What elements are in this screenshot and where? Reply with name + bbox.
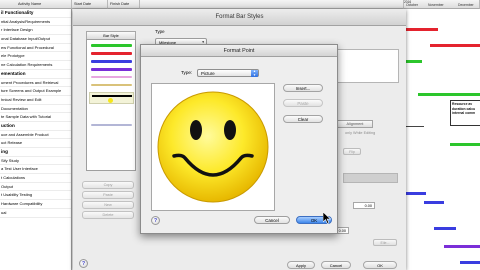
ok-button[interactable]: OK [363, 261, 397, 269]
task-row[interactable]: te Sample Data with Tutorial [0, 113, 71, 122]
task-row[interactable]: Output [0, 183, 71, 192]
task-row[interactable]: ne Calculation Requirements [0, 61, 71, 70]
task-table[interactable]: il Functionality ntial Analysis/Requireme… [0, 9, 72, 270]
gantt-bar[interactable] [424, 201, 444, 204]
task-row[interactable]: ew Functional and Procedural [0, 44, 71, 53]
fp-type-select[interactable]: Picture ▴ ▾ [197, 69, 259, 77]
gantt-bar[interactable] [404, 28, 438, 31]
fp-type-label: Type: [181, 70, 193, 75]
file-button[interactable]: Eile... [373, 239, 397, 246]
style-swatch-green[interactable] [91, 44, 132, 47]
style-swatch-purple[interactable] [91, 68, 132, 71]
task-row[interactable]: ual [0, 209, 71, 218]
picture-preview [151, 83, 275, 211]
gantt-bar[interactable] [450, 143, 480, 146]
tab-alignment[interactable]: Alignment [337, 120, 373, 128]
col-header-finish[interactable]: Finish Date [108, 0, 140, 9]
task-row[interactable]: onal Database Input/Output [0, 35, 71, 44]
task-row[interactable]: ementation [0, 70, 71, 79]
selected-style-row[interactable] [89, 92, 134, 104]
task-row[interactable]: uction [0, 122, 71, 131]
format-point-title: Format Point [141, 45, 337, 57]
style-swatch-blue[interactable] [91, 60, 132, 63]
paste-button[interactable]: Paste [82, 191, 134, 199]
task-row[interactable]: t Calculations [0, 174, 71, 183]
bar-style-list[interactable] [86, 39, 136, 171]
gantt-bar[interactable] [430, 44, 480, 47]
gantt-bar[interactable] [434, 227, 456, 230]
fp-cancel-button[interactable]: Cancel [254, 216, 290, 224]
task-row[interactable]: uce and Assemble Product [0, 131, 71, 140]
clear-button[interactable]: Clear [283, 115, 323, 123]
style-swatch-red[interactable] [91, 52, 132, 55]
task-row[interactable]: ing [0, 148, 71, 157]
insert-button[interactable]: Insert... [283, 84, 323, 92]
delete-button[interactable]: Delete [82, 211, 134, 219]
style-swatch-tan[interactable] [91, 84, 132, 86]
bar-style-header: Bar Style [86, 31, 136, 39]
gantt-summary-line [404, 126, 424, 127]
task-row[interactable]: uct Release [0, 139, 71, 148]
apply-button[interactable]: Apply [287, 261, 315, 269]
task-row[interactable]: Documentation [0, 105, 71, 114]
task-row[interactable]: a Test User Interface [0, 165, 71, 175]
hint-text: only While Editing [345, 131, 376, 135]
gantt-bar[interactable] [460, 261, 480, 264]
style-swatch-lavender[interactable] [91, 124, 132, 126]
color-well[interactable] [343, 173, 398, 183]
fp-type-value: Picture [201, 71, 215, 76]
paste-picture-button[interactable]: Paste [283, 99, 323, 107]
help-button[interactable]: ? [79, 259, 88, 268]
task-row[interactable]: ele Prototype [0, 52, 71, 62]
task-row[interactable]: ture Screens and Output Example [0, 87, 71, 96]
format-point-dialog: Format Point Type: Picture ▴ ▾ Insert... … [140, 44, 338, 234]
task-row[interactable]: ntial Analysis/Requirements [0, 18, 71, 27]
col-header-activity[interactable]: Activity Name [0, 0, 72, 9]
task-row[interactable]: il Functionality [0, 9, 71, 18]
task-row[interactable]: t Usability Testing [0, 191, 71, 201]
offset-field-1[interactable]: 0.00 [353, 202, 375, 209]
task-row[interactable]: hnical Review and Edit [0, 96, 71, 105]
type-label: Type [155, 29, 165, 34]
dialog-title: Format Bar Styles [73, 9, 406, 26]
mouse-pointer-icon [323, 212, 331, 224]
gantt-chart-area[interactable] [404, 9, 480, 270]
style-swatch-pink[interactable] [91, 76, 132, 78]
gantt-bar[interactable] [444, 245, 480, 248]
resource-callout: Resource av duration calcu internal comm [450, 100, 480, 126]
copy-button[interactable]: Copy [82, 181, 134, 189]
task-row[interactable]: r Interface Design [0, 26, 71, 36]
smiley-face-icon [157, 91, 269, 203]
new-button[interactable]: New [82, 201, 134, 209]
smiley-thumbnail-icon [108, 98, 113, 103]
cancel-button[interactable]: Cancel [321, 261, 351, 269]
task-row[interactable]: Sify Study [0, 157, 71, 166]
gantt-bar[interactable] [404, 192, 426, 195]
gantt-bar[interactable] [404, 60, 422, 63]
task-row[interactable]: ument Procedures and Retrieval [0, 79, 71, 88]
task-row[interactable]: Hardware Compatibility [0, 200, 71, 209]
gantt-bar[interactable] [418, 93, 480, 96]
col-header-start[interactable]: Start Date [72, 0, 108, 9]
fp-help-button[interactable]: ? [151, 216, 160, 225]
select-arrows-icon: ▴ ▾ [251, 69, 258, 77]
flip-button[interactable]: Flip [343, 148, 361, 155]
